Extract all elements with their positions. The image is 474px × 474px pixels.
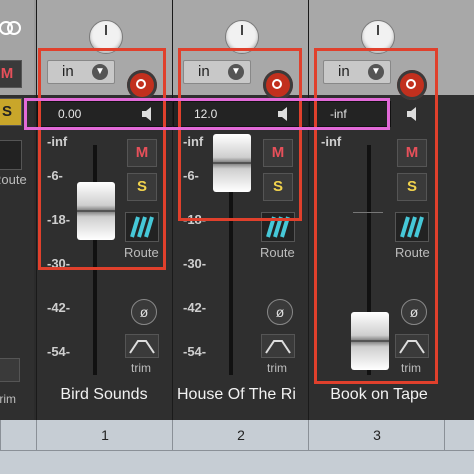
- trim-envelope-icon[interactable]: [125, 334, 159, 358]
- meter-scale-label: -30-: [183, 256, 207, 271]
- meter-scale-label: -42-: [47, 300, 71, 315]
- channel-number: [444, 420, 474, 451]
- trim-envelope-icon[interactable]: [0, 358, 20, 382]
- highlight-box-channel-1: [38, 48, 166, 270]
- channel-name[interactable]: Bird Sounds: [37, 386, 171, 404]
- channel-number[interactable]: 3: [308, 420, 445, 451]
- route-label: Route: [260, 245, 295, 260]
- route-stripes-icon[interactable]: [0, 140, 22, 170]
- channel-name[interactable]: Book on Tape: [309, 386, 449, 404]
- meter-scale-label: -54-: [183, 344, 207, 359]
- trim-envelope-icon[interactable]: [261, 334, 295, 358]
- highlight-box-channel-2: [178, 48, 302, 221]
- channel-number[interactable]: 1: [36, 420, 173, 451]
- link-rings-icon[interactable]: [0, 18, 22, 38]
- highlight-box-gain-row: [24, 98, 390, 130]
- channel-number[interactable]: 2: [172, 420, 309, 451]
- phase-invert-icon[interactable]: ø: [131, 299, 157, 325]
- solo-button[interactable]: S: [0, 98, 22, 126]
- channel-number: [0, 420, 37, 451]
- meter-scale-label: -54-: [47, 344, 71, 359]
- phase-invert-icon[interactable]: ø: [267, 299, 293, 325]
- partial-channel-strip: M S Route trim: [0, 0, 34, 420]
- channel-name[interactable]: House Of The Ri: [177, 386, 305, 404]
- trim-label: trim: [267, 361, 287, 375]
- meter-scale-label: -42-: [183, 300, 207, 315]
- mute-button[interactable]: M: [0, 60, 22, 88]
- trim-label: trim: [0, 392, 16, 406]
- route-label: Route: [0, 172, 27, 187]
- trim-label: trim: [131, 361, 151, 375]
